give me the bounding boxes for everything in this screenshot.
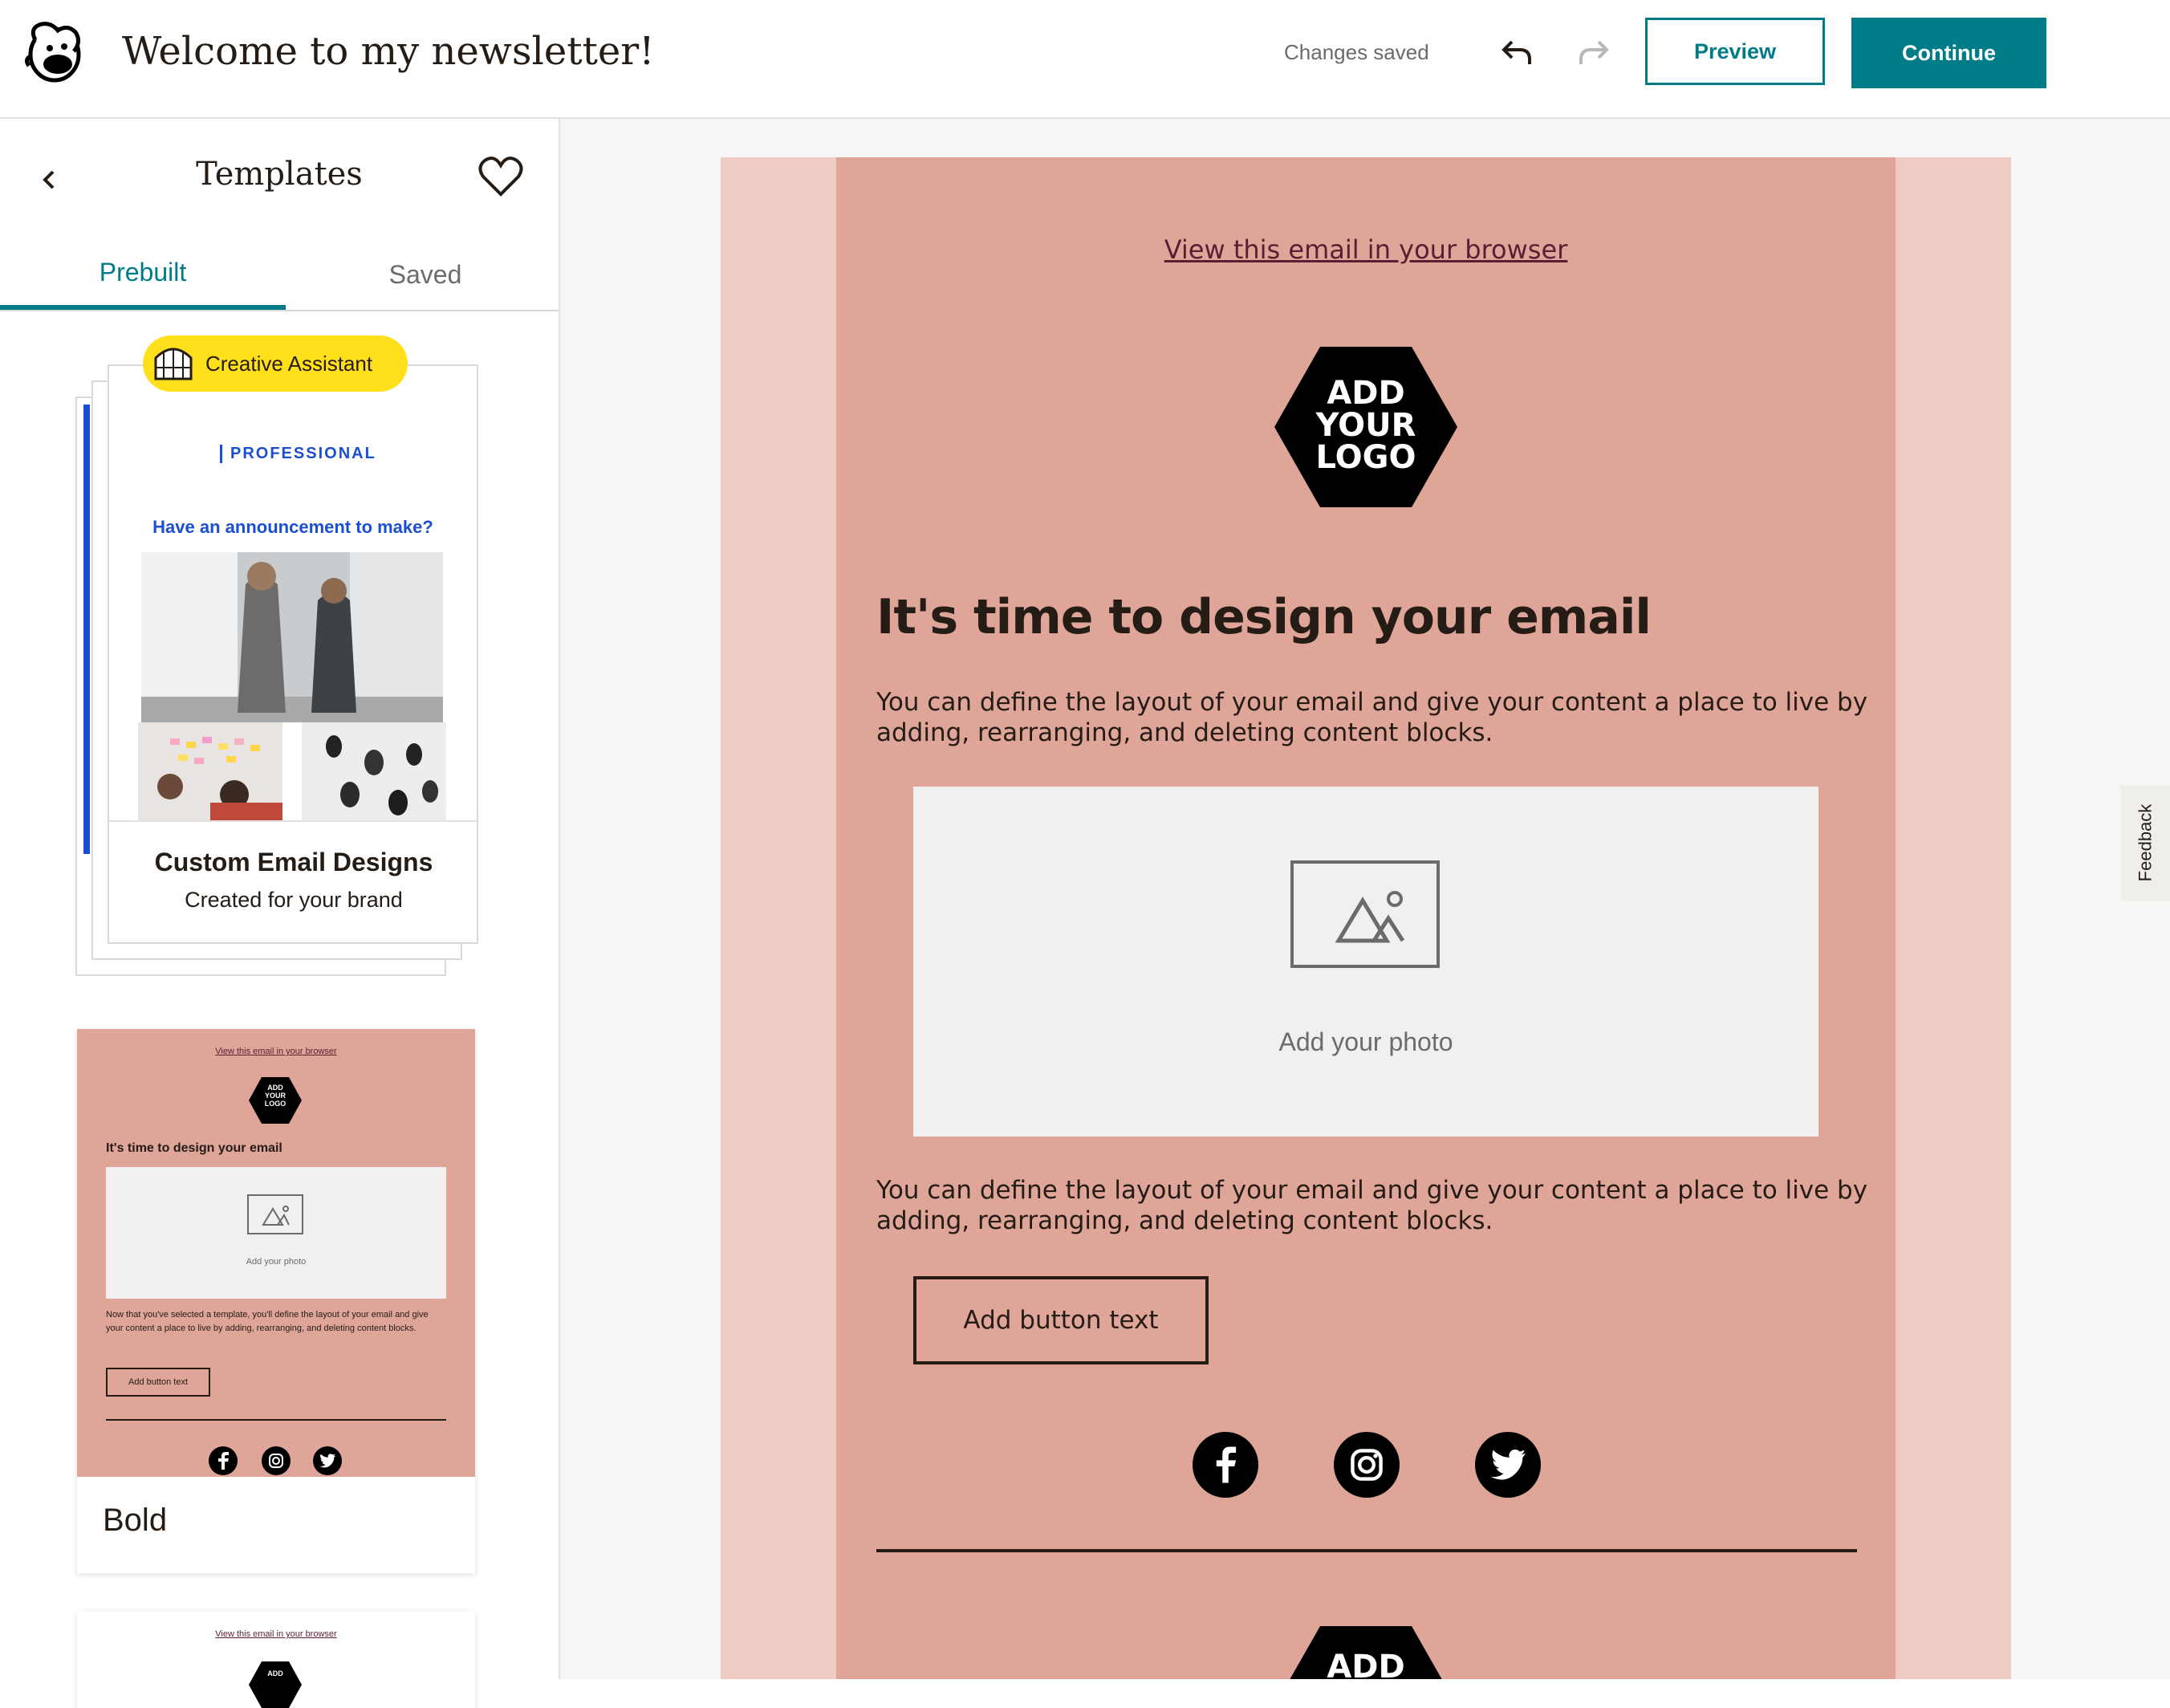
creative-assistant-badge[interactable]: Creative Assistant	[143, 336, 408, 392]
template-name-bold: Bold	[103, 1503, 168, 1538]
logo-line: ADD	[1327, 375, 1405, 412]
announcement-heading: Have an announcement to make?	[152, 517, 433, 537]
custom-card-photo-top	[141, 552, 443, 722]
email-body-text-2[interactable]: You can define the layout of your email …	[876, 1175, 1871, 1236]
logo-placeholder[interactable]: ADD YOUR LOGO	[1274, 347, 1457, 507]
custom-card-title: Custom Email Designs	[154, 848, 433, 876]
thumb-body-text: Now that you've selected a template, you…	[106, 1310, 429, 1333]
next-thumb-logo-text: ADD	[267, 1669, 283, 1678]
view-in-browser-link[interactable]: View this email in your browser	[836, 234, 1896, 265]
undo-icon[interactable]	[1494, 31, 1539, 75]
thumb-logo: ADD YOUR LOGO	[249, 1077, 302, 1124]
feedback-label: Feedback	[2135, 803, 2155, 882]
template-card-next[interactable]: View this email in your browser ADD	[77, 1612, 475, 1708]
thumb-photo-label: Add your photo	[246, 1257, 307, 1267]
email-divider[interactable]	[876, 1549, 1857, 1552]
thumb-instagram-icon	[262, 1446, 291, 1475]
template-card-bold[interactable]: View this email in your browser ADD YOUR…	[77, 1029, 475, 1573]
thumb-logo-line: LOGO	[264, 1100, 286, 1108]
image-placeholder-icon	[1290, 860, 1440, 968]
logo-line: YOUR	[1315, 407, 1416, 444]
template-tabs: Prebuilt Saved	[0, 239, 559, 311]
template-thumbnail-bold: View this email in your browser ADD YOUR…	[77, 1029, 475, 1477]
facebook-icon[interactable]	[1193, 1432, 1258, 1498]
top-bar: Welcome to my newsletter! Changes saved …	[0, 0, 2170, 119]
save-status: Changes saved	[1284, 40, 1429, 64]
twitter-icon[interactable]	[1475, 1432, 1541, 1498]
thumb-logo-line: ADD	[267, 1084, 283, 1092]
continue-button[interactable]: Continue	[1851, 18, 2046, 88]
thumb-photo-block: Add your photo	[106, 1167, 446, 1299]
thumb-view-link: View this email in your browser	[215, 1047, 337, 1056]
footer-logo-placeholder[interactable]: ADD	[1274, 1626, 1457, 1679]
image-block[interactable]: Add your photo	[913, 787, 1818, 1137]
footer-logo-text: ADD	[1327, 1649, 1405, 1679]
next-thumb-view-link: View this email in your browser	[215, 1629, 337, 1639]
professional-brand-label: PROFESSIONAL	[220, 445, 376, 463]
email-body: View this email in your browser ADD YOUR…	[836, 157, 1896, 1679]
custom-card-photo-left	[138, 722, 282, 822]
image-block-label: Add your photo	[1278, 1027, 1453, 1056]
redo-icon[interactable]	[1571, 31, 1616, 75]
email-headline[interactable]: It's time to design your email	[876, 589, 1652, 645]
thumb-facebook-icon	[209, 1446, 238, 1475]
email-cta-button[interactable]: Add button text	[913, 1276, 1209, 1364]
thumb-twitter-icon	[313, 1446, 342, 1475]
mailchimp-logo-icon[interactable]	[22, 19, 85, 83]
thumb-image-icon	[247, 1194, 303, 1234]
preview-button[interactable]: Preview	[1645, 18, 1825, 85]
sidebar-title: Templates	[196, 156, 363, 193]
tab-saved[interactable]: Saved	[282, 239, 559, 310]
custom-card-photo-right	[302, 722, 446, 822]
instagram-icon[interactable]	[1334, 1432, 1400, 1498]
custom-card-divider	[109, 820, 477, 822]
creative-assistant-icon	[154, 348, 193, 380]
next-thumb-logo: ADD	[249, 1661, 302, 1708]
logo-line: LOGO	[1315, 439, 1416, 476]
feedback-tab[interactable]: Feedback	[2120, 785, 2170, 901]
creative-assistant-label: Creative Assistant	[205, 351, 373, 376]
campaign-title[interactable]: Welcome to my newsletter!	[122, 29, 655, 74]
custom-card-subtitle: Created for your brand	[185, 888, 403, 912]
heart-icon[interactable]	[478, 156, 523, 197]
thumb-logo-line: YOUR	[264, 1092, 286, 1100]
thumb-headline: It's time to design your email	[106, 1141, 282, 1155]
custom-card-accent-bar	[83, 405, 90, 854]
email-body-text[interactable]: You can define the layout of your email …	[876, 687, 1871, 748]
thumb-divider	[106, 1419, 446, 1421]
tab-prebuilt[interactable]: Prebuilt	[0, 239, 286, 310]
thumb-button: Add button text	[106, 1368, 210, 1397]
